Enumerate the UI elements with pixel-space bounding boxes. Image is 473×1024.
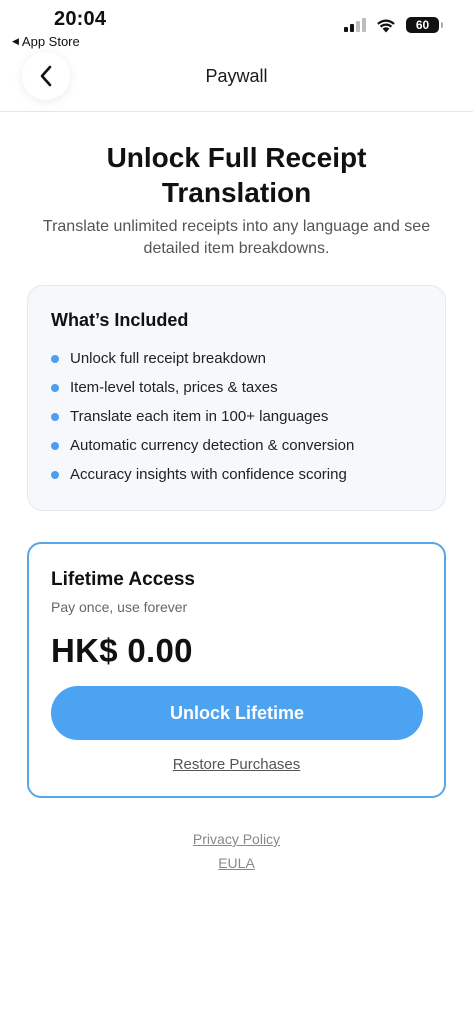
back-to-app-store[interactable]: ◀ App Store: [12, 34, 80, 49]
bullet-dot-icon: [51, 441, 59, 450]
bullet-dot-icon: [51, 383, 59, 392]
feature-list: Unlock full receipt breakdown Item-level…: [51, 344, 354, 489]
feature-label: Unlock full receipt breakdown: [70, 350, 266, 367]
feature-item: Unlock full receipt breakdown: [51, 344, 354, 373]
feature-item: Accuracy insights with confidence scorin…: [51, 460, 354, 489]
back-triangle-icon: ◀: [12, 36, 19, 46]
feature-item: Item-level totals, prices & taxes: [51, 373, 354, 402]
battery-icon: 60: [406, 17, 443, 33]
plan-title: Lifetime Access: [51, 569, 195, 590]
paywall-screen: 20:04 ◀ App Store 60 Paywall Unlock Full…: [0, 0, 473, 1024]
status-time: 20:04: [54, 8, 107, 30]
feature-label: Item-level totals, prices & taxes: [70, 379, 278, 396]
back-app-label: App Store: [21, 34, 80, 49]
feature-label: Translate each item in 100+ languages: [70, 408, 329, 425]
feature-label: Automatic currency detection & conversio…: [70, 437, 355, 454]
unlock-lifetime-button[interactable]: Unlock Lifetime: [51, 686, 423, 740]
feature-item: Automatic currency detection & conversio…: [51, 431, 354, 460]
feature-item: Translate each item in 100+ languages: [51, 402, 354, 431]
eula-link[interactable]: EULA: [0, 855, 473, 871]
page-title: Unlock Full Receipt Translation: [106, 142, 367, 208]
restore-purchases-link[interactable]: Restore Purchases: [29, 756, 444, 773]
page-subtitle: Translate unlimited receipts into any la…: [42, 218, 431, 257]
included-title: What’s Included: [51, 310, 189, 330]
bullet-dot-icon: [51, 354, 59, 363]
bullet-dot-icon: [51, 412, 59, 421]
privacy-policy-link[interactable]: Privacy Policy: [0, 831, 473, 847]
feature-label: Accuracy insights with confidence scorin…: [70, 466, 347, 483]
status-indicators: 60: [344, 17, 443, 33]
plan-price: HK$ 0.00: [51, 632, 193, 669]
cellular-signal-icon: [344, 18, 366, 32]
lifetime-plan-card[interactable]: Lifetime Access Pay once, use forever HK…: [27, 542, 446, 798]
plan-subtitle: Pay once, use forever: [51, 599, 188, 615]
wifi-icon: [377, 19, 395, 32]
nav-title: Paywall: [205, 66, 268, 86]
nav-divider: [0, 111, 473, 112]
included-card: What’s Included Unlock full receipt brea…: [27, 285, 446, 511]
bullet-dot-icon: [51, 470, 59, 479]
